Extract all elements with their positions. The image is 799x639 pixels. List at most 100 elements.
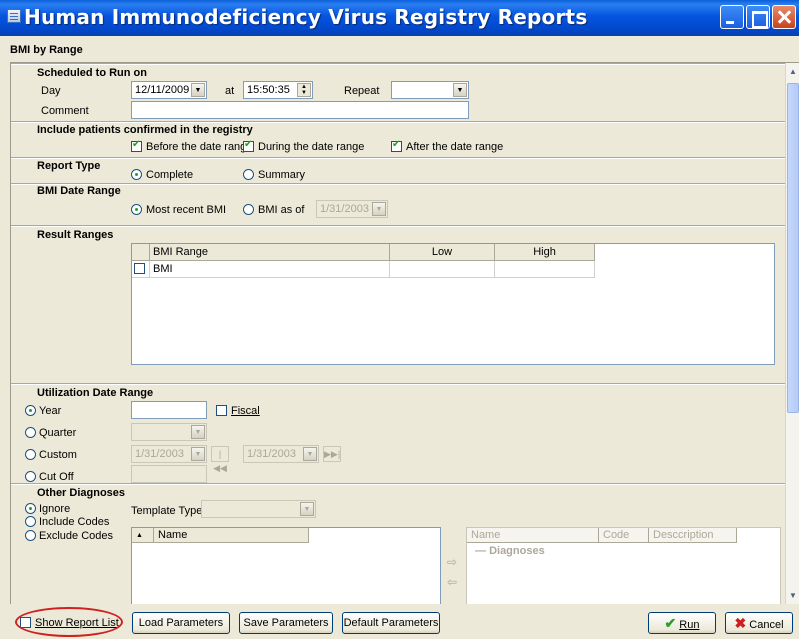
grid-column-header[interactable]: BMI Range [150,244,390,261]
run-label: Run [679,619,700,631]
minimize-button[interactable] [720,5,744,29]
during-range-label: During the date range [258,141,365,153]
list-column-header[interactable]: Code [599,528,649,543]
scroll-up-icon[interactable]: ▲ [787,65,799,79]
separator [11,383,786,385]
grid-corner-header [132,244,150,261]
diagnoses-group-node[interactable]: — Diagnoses [475,545,545,557]
row-select-checkbox[interactable] [134,263,145,274]
grid-column-header[interactable]: Low [390,244,495,261]
cancel-button[interactable]: ✖ Cancel [725,612,793,634]
load-parameters-button[interactable]: Load Parameters [132,612,230,634]
year-label: Year [39,405,62,417]
low-cell[interactable] [390,261,495,278]
most-recent-bmi-radio[interactable] [131,204,142,215]
run-button[interactable]: ✔ Run [648,612,716,634]
cut-off-label: Cut Off [39,471,74,483]
comment-field[interactable] [131,101,469,119]
fiscal-checkbox[interactable] [216,405,227,416]
after-range-checkbox[interactable] [391,139,402,152]
chevron-down-icon[interactable]: ▼ [191,425,205,439]
window-title: Human Immunodeficiency Virus Registry Re… [24,5,588,29]
separator [11,225,786,227]
skip-back-icon[interactable]: |◀◀ [211,446,229,473]
include-codes-radio[interactable] [25,516,36,527]
separator [11,183,786,185]
result-ranges-grid[interactable]: BMI Range Low High BMI [131,243,775,365]
bmi-as-of-radio[interactable] [243,204,254,215]
day-date-picker[interactable]: 12/11/2009 ▼ [131,81,207,99]
before-range-checkbox[interactable] [131,139,142,152]
sort-ascending-icon[interactable]: ▲ [132,528,154,543]
quarter-radio[interactable] [25,427,36,438]
scroll-down-icon[interactable]: ▼ [787,589,799,603]
cut-off-radio[interactable] [25,471,36,482]
custom-radio[interactable] [25,449,36,460]
separator [11,121,786,123]
cut-off-field[interactable] [131,465,207,483]
chevron-down-icon[interactable]: ▼ [372,202,386,216]
skip-forward-icon[interactable]: ▶▶| [323,446,341,462]
scrollbar-thumb[interactable] [787,83,799,413]
year-radio[interactable] [25,405,36,416]
time-spinner[interactable]: 15:50:35 ▲ ▼ [243,81,313,99]
bmi-as-of-date-picker[interactable]: 1/31/2003 ▼ [316,200,388,218]
repeat-select[interactable]: ▼ [391,81,469,99]
complete-label: Complete [146,169,194,181]
quarter-label: Quarter [39,427,77,439]
parameters-panel[interactable]: Scheduled to Run on Day 12/11/2009 ▼ at … [10,62,799,604]
bmi-as-of-label: BMI as of [258,204,305,216]
after-range-label: After the date range [406,141,504,153]
exclude-codes-radio[interactable] [25,530,36,541]
maximize-button[interactable] [746,5,770,29]
title-bar[interactable]: Human Immunodeficiency Virus Registry Re… [0,0,799,36]
chevron-down-icon[interactable]: ▼ [453,83,467,97]
green-check-icon: ✔ [664,615,677,631]
custom-from-date-picker[interactable]: 1/31/2003 ▼ [131,445,207,463]
list-column-header[interactable]: Name [154,528,309,543]
report-title: BMI by Range [10,44,83,56]
chevron-down-icon[interactable]: ▼ [191,83,205,97]
repeat-label: Repeat [344,85,380,97]
save-parameters-button[interactable]: Save Parameters [239,612,333,634]
separator [11,63,786,65]
include-section-title: Include patients confirmed in the regist… [37,124,253,136]
fiscal-label: Fiscal [231,405,260,417]
chevron-down-icon[interactable]: ▼ [303,447,317,461]
highlight-annotation-ellipse [15,607,123,637]
include-codes-label: Include Codes [39,516,110,528]
spin-updown-icon[interactable]: ▲ ▼ [297,83,311,97]
chevron-down-icon[interactable]: ▼ [300,502,314,516]
close-window-button[interactable] [772,5,796,29]
complete-radio[interactable] [131,169,142,180]
during-range-checkbox[interactable] [243,139,254,152]
high-cell[interactable] [495,261,595,278]
vertical-scrollbar[interactable]: ▲ ▼ [785,63,799,604]
other-diagnoses-section-title: Other Diagnoses [37,487,126,499]
cancel-label: Cancel [749,619,784,631]
ignore-radio[interactable] [25,503,36,514]
red-x-icon: ✖ [734,615,747,631]
selected-diagnoses-list[interactable]: Name Code Desccription — Diagnoses [466,527,781,604]
custom-to-date-picker[interactable]: 1/31/2003 ▼ [243,445,319,463]
bmi-range-cell[interactable]: BMI [150,261,390,278]
grid-column-header[interactable]: High [495,244,595,261]
separator [11,483,786,485]
day-label: Day [41,85,61,97]
list-column-header[interactable]: Desccription [649,528,737,543]
table-row[interactable] [132,261,150,278]
schedule-section-title: Scheduled to Run on [37,67,147,79]
quarter-select[interactable]: ▼ [131,423,207,441]
arrow-left-icon[interactable]: ⇦ [447,575,457,589]
list-column-header[interactable]: Name [467,528,599,543]
year-field[interactable] [131,401,207,419]
summary-radio[interactable] [243,169,254,180]
exclude-codes-label: Exclude Codes [39,530,113,542]
default-parameters-button[interactable]: Default Parameters [342,612,440,634]
chevron-down-icon[interactable]: ▼ [191,447,205,461]
bmi-date-range-section-title: BMI Date Range [37,185,121,197]
available-diagnoses-list[interactable]: ▲ Name [131,527,441,604]
ignore-label: Ignore [39,503,71,515]
template-type-select[interactable]: ▼ [201,500,316,518]
arrow-right-icon[interactable]: ⇨ [447,555,457,569]
